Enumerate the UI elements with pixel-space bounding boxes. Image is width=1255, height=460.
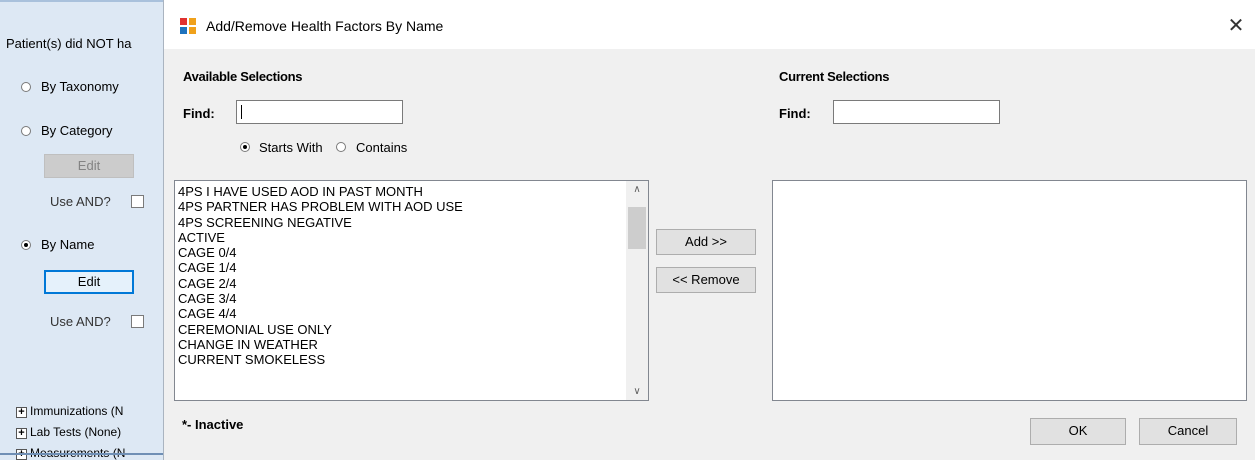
scroll-up-icon[interactable]: ∧	[626, 181, 648, 198]
available-selections-list[interactable]: 4PS I HAVE USED AOD IN PAST MONTH 4PS PAR…	[174, 180, 649, 401]
radio-by-name-label: By Name	[41, 237, 95, 252]
background-window: Patient(s) did NOT ha By Taxonomy By Cat…	[0, 0, 163, 460]
available-selections-heading: Available Selections	[183, 69, 303, 84]
health-factors-dialog: Add/Remove Health Factors By Name ✕ Avai…	[163, 0, 1255, 460]
available-find-label: Find:	[183, 106, 215, 121]
available-items-container: 4PS I HAVE USED AOD IN PAST MONTH 4PS PAR…	[178, 184, 624, 368]
radio-by-taxonomy-label: By Taxonomy	[41, 79, 119, 94]
tree-item-immunizations[interactable]: Immunizations (N	[30, 404, 123, 418]
list-item[interactable]: CAGE 3/4	[178, 291, 624, 306]
list-item[interactable]: 4PS I HAVE USED AOD IN PAST MONTH	[178, 184, 624, 199]
list-item[interactable]: ACTIVE	[178, 230, 624, 245]
expand-lab-tests-icon[interactable]: +	[16, 428, 27, 439]
expand-immunizations-icon[interactable]: +	[16, 407, 27, 418]
radio-by-name[interactable]	[21, 240, 31, 250]
list-item[interactable]: 4PS PARTNER HAS PROBLEM WITH AOD USE	[178, 199, 624, 214]
starts-with-label: Starts With	[259, 140, 323, 155]
name-use-and-checkbox[interactable]	[131, 315, 144, 328]
dialog-title: Add/Remove Health Factors By Name	[206, 18, 444, 34]
background-bottom-border	[0, 453, 163, 455]
list-item[interactable]: 4PS SCREENING NEGATIVE	[178, 215, 624, 230]
scroll-down-icon[interactable]: ∨	[626, 383, 648, 400]
starts-with-radio[interactable]	[240, 142, 250, 152]
app-window-icon	[180, 18, 196, 34]
background-top-border	[0, 0, 163, 2]
list-item[interactable]: CURRENT SMOKELESS	[178, 352, 624, 367]
list-item[interactable]: CAGE 1/4	[178, 260, 624, 275]
radio-by-taxonomy[interactable]	[21, 82, 31, 92]
ok-button[interactable]: OK	[1030, 418, 1126, 445]
tree-item-lab-tests[interactable]: Lab Tests (None)	[30, 425, 121, 439]
list-item[interactable]: CAGE 0/4	[178, 245, 624, 260]
available-find-input[interactable]	[236, 100, 403, 124]
current-selections-list[interactable]	[772, 180, 1247, 401]
add-button[interactable]: Add >>	[656, 229, 756, 255]
list-item[interactable]: CEREMONIAL USE ONLY	[178, 322, 624, 337]
name-edit-button[interactable]: Edit	[44, 270, 134, 294]
current-find-input[interactable]	[833, 100, 1000, 124]
category-use-and-label: Use AND?	[50, 194, 111, 209]
radio-by-category-label: By Category	[41, 123, 113, 138]
contains-label: Contains	[356, 140, 408, 155]
scroll-thumb[interactable]	[628, 207, 646, 249]
list-item[interactable]: CAGE 4/4	[178, 306, 624, 321]
title-bar: Add/Remove Health Factors By Name ✕	[164, 0, 1255, 49]
category-edit-button[interactable]: Edit	[44, 154, 134, 178]
list-item[interactable]: CHANGE IN WEATHER	[178, 337, 624, 352]
list-item[interactable]: CAGE 2/4	[178, 276, 624, 291]
vertical-scrollbar[interactable]: ∧ ∨	[626, 181, 648, 400]
close-icon[interactable]: ✕	[1217, 8, 1255, 44]
name-use-and-label: Use AND?	[50, 314, 111, 329]
category-use-and-checkbox[interactable]	[131, 195, 144, 208]
inactive-legend: *- Inactive	[182, 417, 244, 432]
background-header-text: Patient(s) did NOT ha	[6, 36, 132, 51]
text-caret	[241, 105, 242, 119]
radio-by-category[interactable]	[21, 126, 31, 136]
current-find-label: Find:	[779, 106, 811, 121]
contains-radio[interactable]	[336, 142, 346, 152]
remove-button[interactable]: << Remove	[656, 267, 756, 293]
current-selections-heading: Current Selections	[779, 69, 890, 84]
cancel-button[interactable]: Cancel	[1139, 418, 1237, 445]
